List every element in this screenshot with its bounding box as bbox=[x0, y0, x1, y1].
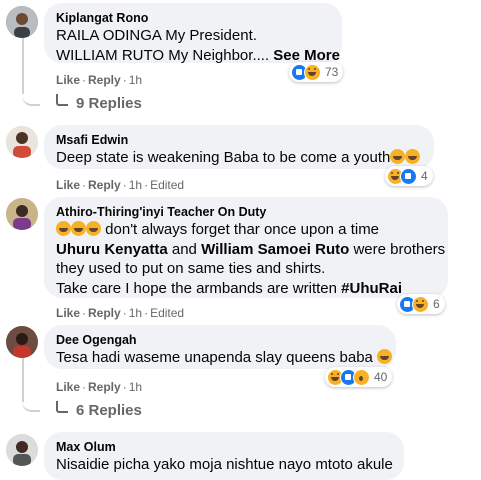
comment-actions: Like · Reply · 1h · Edited bbox=[56, 178, 185, 192]
like-button[interactable]: Like bbox=[56, 306, 80, 320]
reply-button[interactable]: Reply bbox=[88, 73, 121, 87]
like-button[interactable]: Like bbox=[56, 380, 80, 394]
view-replies-link[interactable]: 9 Replies bbox=[56, 94, 142, 112]
comment-author[interactable]: Kiplangat Rono bbox=[56, 10, 330, 26]
reply-button[interactable]: Reply bbox=[88, 306, 121, 320]
like-button[interactable]: Like bbox=[56, 73, 80, 87]
reaction-count: 4 bbox=[421, 169, 428, 183]
comment-bubble: Athiro-Thiring'inyi Teacher On Duty don'… bbox=[44, 197, 448, 298]
hashtag-link[interactable]: #UhuRai bbox=[341, 280, 402, 297]
haha-reaction-icon bbox=[304, 63, 321, 81]
comment-text: Nisaidie picha yako moja nishtue nayo mt… bbox=[56, 456, 393, 473]
laughing-emoji-icon bbox=[390, 149, 406, 164]
laughing-emoji-icon bbox=[56, 221, 71, 236]
thread-branch bbox=[22, 392, 40, 412]
avatar[interactable] bbox=[6, 326, 38, 358]
timestamp[interactable]: 1h bbox=[129, 380, 142, 394]
comment-actions: Like · Reply · 1h bbox=[56, 380, 143, 394]
reactions-summary[interactable]: 4 bbox=[385, 166, 433, 186]
avatar[interactable] bbox=[6, 198, 38, 230]
avatar[interactable] bbox=[6, 434, 38, 466]
timestamp[interactable]: 1h bbox=[129, 178, 142, 192]
like-button[interactable]: Like bbox=[56, 178, 80, 192]
comment-author[interactable]: Athiro-Thiring'inyi Teacher On Duty bbox=[56, 204, 436, 220]
reaction-count: 6 bbox=[433, 297, 440, 311]
comment-author[interactable]: Max Olum bbox=[56, 439, 392, 455]
reply-arrow-icon bbox=[56, 401, 68, 413]
edited-label[interactable]: Edited bbox=[150, 178, 184, 192]
comment-bubble: Max Olum Nisaidie picha yako moja nishtu… bbox=[44, 432, 404, 480]
laughing-emoji-icon bbox=[405, 149, 421, 164]
grinning-emoji-icon bbox=[377, 349, 393, 364]
edited-label[interactable]: Edited bbox=[150, 306, 184, 320]
avatar[interactable] bbox=[6, 6, 38, 38]
comment-text: Tesa hadi waseme unapenda slay queens ba… bbox=[56, 348, 393, 368]
comment-text: don't always forget thar once upon a tim… bbox=[56, 220, 436, 240]
comment-actions: Like · Reply · 1h bbox=[56, 73, 143, 87]
comment-text: RAILA ODINGA My President. bbox=[56, 27, 257, 44]
timestamp[interactable]: 1h bbox=[129, 306, 142, 320]
thread-branch bbox=[22, 84, 40, 106]
reactions-summary[interactable]: 6 bbox=[397, 294, 445, 314]
reply-button[interactable]: Reply bbox=[88, 178, 121, 192]
haha-reaction-icon bbox=[412, 295, 429, 313]
laughing-emoji-icon bbox=[86, 221, 101, 236]
view-replies-link[interactable]: 6 Replies bbox=[56, 401, 142, 419]
reaction-count: 73 bbox=[325, 65, 339, 79]
avatar[interactable] bbox=[6, 126, 38, 158]
comment-text: WILLIAM RUTO My Neighbor.... See More bbox=[56, 46, 340, 64]
comment-text: Uhuru Kenyatta and William Samoei Ruto w… bbox=[56, 240, 446, 258]
timestamp[interactable]: 1h bbox=[129, 73, 142, 87]
comment-text: Deep state is weakening Baba to be come … bbox=[56, 148, 422, 168]
reaction-count: 40 bbox=[374, 370, 388, 384]
reply-button[interactable]: Reply bbox=[88, 380, 121, 394]
see-more-link[interactable]: See More bbox=[273, 47, 340, 64]
comment-bubble: Msafi Edwin Deep state is weakening Baba… bbox=[44, 125, 434, 169]
wow-reaction-icon bbox=[353, 368, 370, 386]
comment-bubble: Dee Ogengah Tesa hadi waseme unapenda sl… bbox=[44, 325, 396, 369]
reactions-summary[interactable]: 40 bbox=[325, 367, 393, 387]
comment-actions: Like · Reply · 1h · Edited bbox=[56, 306, 185, 320]
comment-text: Take care I hope the armbands are writte… bbox=[56, 279, 402, 297]
like-reaction-icon bbox=[400, 167, 417, 185]
reactions-summary[interactable]: 73 bbox=[289, 62, 344, 82]
comment-text: they used to put on same ties and shirts… bbox=[56, 260, 326, 277]
comment-author[interactable]: Dee Ogengah bbox=[56, 332, 384, 348]
comment-author[interactable]: Msafi Edwin bbox=[56, 132, 422, 148]
laughing-emoji-icon bbox=[71, 221, 86, 236]
comment-bubble: Kiplangat Rono RAILA ODINGA My President… bbox=[44, 3, 342, 64]
reply-arrow-icon bbox=[56, 94, 68, 106]
